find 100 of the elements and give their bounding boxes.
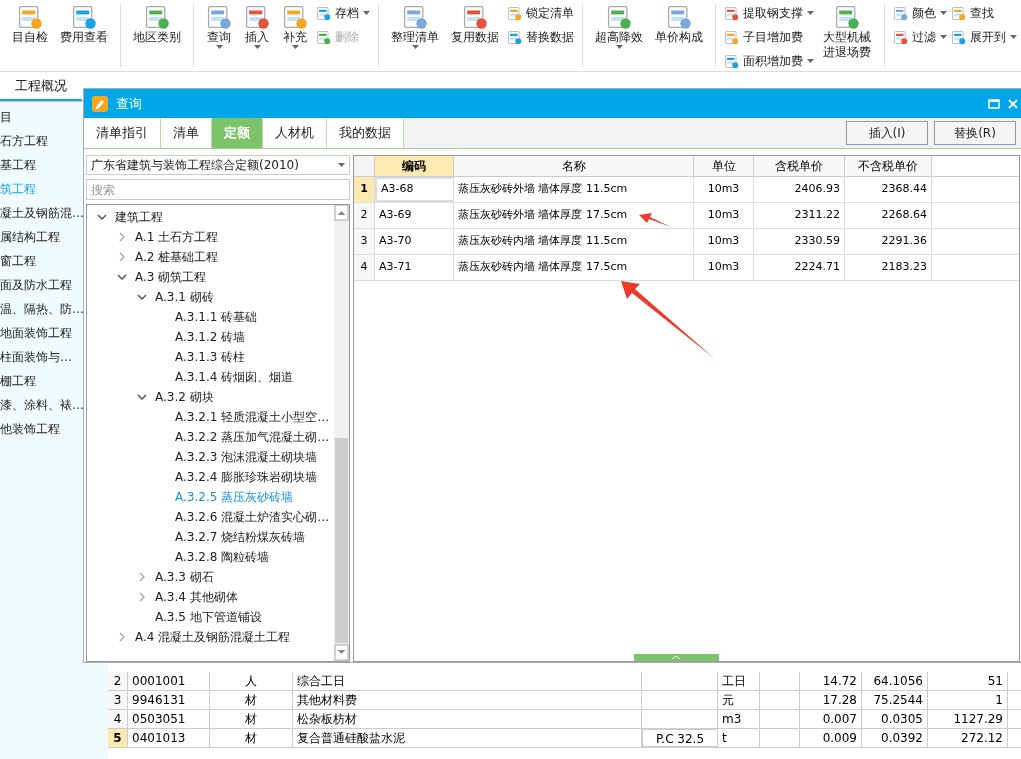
toolbar-button[interactable]: 费用查看 <box>56 4 112 45</box>
row-header[interactable]: 2 <box>108 672 128 690</box>
toolbar-button[interactable]: 展开到 <box>951 28 1017 46</box>
caret-icon <box>253 45 261 49</box>
tool-icon <box>17 4 43 30</box>
expand-icon[interactable] <box>119 232 125 242</box>
toolbar-button[interactable]: 存档 <box>316 4 370 22</box>
dialog-tab[interactable]: 清单 <box>161 118 212 148</box>
collapse-icon[interactable] <box>137 394 147 400</box>
toolbar-button[interactable]: 复用数据 <box>447 4 503 45</box>
tree-item[interactable]: A.3.4 其他砌体 <box>87 587 334 607</box>
toolbar-button[interactable]: 补充 <box>278 4 312 49</box>
toolbar-button[interactable]: 查询 <box>202 4 236 49</box>
collapse-icon[interactable] <box>137 294 147 300</box>
row-header[interactable]: 1 <box>354 177 375 202</box>
table-cell: 2291.36 <box>845 229 932 254</box>
toolbar-button[interactable]: 大型机械进退场费 <box>818 4 876 60</box>
toolbar-button[interactable]: 目自检 <box>8 4 52 45</box>
toolbar-button[interactable]: 整理清单 <box>387 4 443 49</box>
tree-item[interactable]: A.4 混凝土及钢筋混凝土工程 <box>87 627 334 647</box>
tree-item[interactable]: A.3 砌筑工程 <box>87 267 334 287</box>
toolbar-button[interactable]: 替换数据 <box>507 28 574 46</box>
toolbar-button[interactable]: 插入 <box>240 4 274 49</box>
toolbar-button[interactable]: 超高降效 <box>591 4 647 49</box>
tree-item[interactable]: A.3.2.8 陶粒砖墙 <box>87 547 334 567</box>
tree-item[interactable]: A.3.5 地下管道铺设 <box>87 607 334 627</box>
maximize-icon[interactable] <box>988 98 1000 109</box>
tree-item[interactable]: A.3.2 砌块 <box>87 387 334 407</box>
tree-item[interactable]: A.3.2.1 轻质混凝土小型空… <box>87 407 334 427</box>
toolbar-button[interactable]: 地区类别 <box>129 4 185 45</box>
tree-item[interactable]: A.3.1.3 砖柱 <box>87 347 334 367</box>
tool-icon <box>606 4 632 30</box>
tree-item[interactable]: A.3.3 砌石 <box>87 567 334 587</box>
tool-icon <box>507 29 522 45</box>
expand-icon[interactable] <box>119 252 125 262</box>
table-cell: A3-68 <box>375 177 454 202</box>
tree-item[interactable]: A.3.1.4 砖烟囱、烟道 <box>87 367 334 387</box>
tree-item[interactable]: A.3.2.4 膨胀珍珠岩砌块墙 <box>87 467 334 487</box>
row-header[interactable]: 4 <box>108 710 128 728</box>
row-header[interactable]: 5 <box>108 729 128 747</box>
row-header[interactable]: 3 <box>108 691 128 709</box>
expand-icon[interactable] <box>139 592 145 602</box>
toolbar-button[interactable]: 过滤 <box>893 28 947 46</box>
dialog-tab[interactable]: 清单指引 <box>84 118 161 148</box>
table-cell: 2224.71 <box>754 255 845 280</box>
column-header[interactable]: 单位 <box>694 156 754 176</box>
collapse-icon[interactable] <box>97 214 107 220</box>
table-cell: 蒸压灰砂砖外墙 墙体厚度 11.5cm <box>454 177 694 202</box>
dialog-button[interactable]: 替换(R) <box>934 121 1016 145</box>
dialog-tab[interactable]: 人材机 <box>263 118 327 148</box>
tool-icon <box>724 53 739 69</box>
table-cell: 10m3 <box>694 229 754 254</box>
tree-item[interactable]: A.1 土石方工程 <box>87 227 334 247</box>
close-icon[interactable] <box>1008 98 1018 109</box>
table-cell: 0.007 <box>800 710 862 728</box>
table-cell: 0.0392 <box>862 729 928 747</box>
table-cell: 2368.44 <box>845 177 932 202</box>
row-header[interactable]: 4 <box>354 255 375 280</box>
scrollbar[interactable] <box>334 205 349 661</box>
toolbar-button[interactable]: 子目增加费 <box>724 28 814 46</box>
toolbar-button[interactable]: 单价构成 <box>651 4 707 45</box>
table-cell: A3-70 <box>375 229 454 254</box>
expand-icon[interactable] <box>139 572 145 582</box>
column-header[interactable]: 名称 <box>454 156 694 176</box>
toolbar-button[interactable]: 提取钢支撑 <box>724 4 814 22</box>
tree-item[interactable]: A.3.1 砌砖 <box>87 287 334 307</box>
table-cell: 0.009 <box>800 729 862 747</box>
dropdown-icon <box>338 163 345 167</box>
tool-icon <box>402 4 428 30</box>
tree-item[interactable]: A.3.2.7 烧结粉煤灰砖墙 <box>87 527 334 547</box>
row-header[interactable]: 3 <box>354 229 375 254</box>
toolbar-button[interactable]: 锁定清单 <box>507 4 574 22</box>
splitter-handle[interactable] <box>634 654 719 661</box>
toolbar-button[interactable]: 颜色 <box>893 4 947 22</box>
tool-icon <box>951 29 966 45</box>
tree-item[interactable]: A.2 桩基础工程 <box>87 247 334 267</box>
column-header[interactable]: 含税单价 <box>754 156 845 176</box>
table-cell: 2183.23 <box>845 255 932 280</box>
tree-item[interactable]: A.3.2.6 混凝土炉渣实心砌… <box>87 507 334 527</box>
tool-icon <box>893 5 908 21</box>
tree-item[interactable]: A.3.1.2 砖墙 <box>87 327 334 347</box>
column-header[interactable]: 编码 <box>375 156 454 176</box>
tree-item[interactable]: A.3.1.1 砖基础 <box>87 307 334 327</box>
tree-item[interactable]: A.3.2.2 蒸压加气混凝土砌… <box>87 427 334 447</box>
toolbar-button[interactable]: 面积增加费 <box>724 52 814 70</box>
row-header[interactable]: 2 <box>354 203 375 228</box>
column-header[interactable]: 不含税单价 <box>845 156 932 176</box>
search-field[interactable]: 搜索 <box>86 179 350 200</box>
tree-item[interactable]: A.3.2.5 蒸压灰砂砖墙 <box>87 487 334 507</box>
table-cell: 复合普通硅酸盐水泥 <box>293 729 642 747</box>
toolbar-button[interactable]: 查找 <box>951 4 1017 22</box>
table-cell: 64.1056 <box>862 672 928 690</box>
library-select[interactable]: 广东省建筑与装饰工程综合定额(2010) <box>86 155 350 175</box>
tree-item[interactable]: A.3.2.3 泡沫混凝土砌块墙 <box>87 447 334 467</box>
table-cell: 2330.59 <box>754 229 845 254</box>
collapse-icon[interactable] <box>117 274 127 280</box>
expand-icon[interactable] <box>119 632 125 642</box>
dialog-button[interactable]: 插入(I) <box>846 121 928 145</box>
tree-item[interactable]: 建筑工程 <box>87 207 334 227</box>
dialog-tab[interactable]: 我的数据 <box>327 118 404 148</box>
